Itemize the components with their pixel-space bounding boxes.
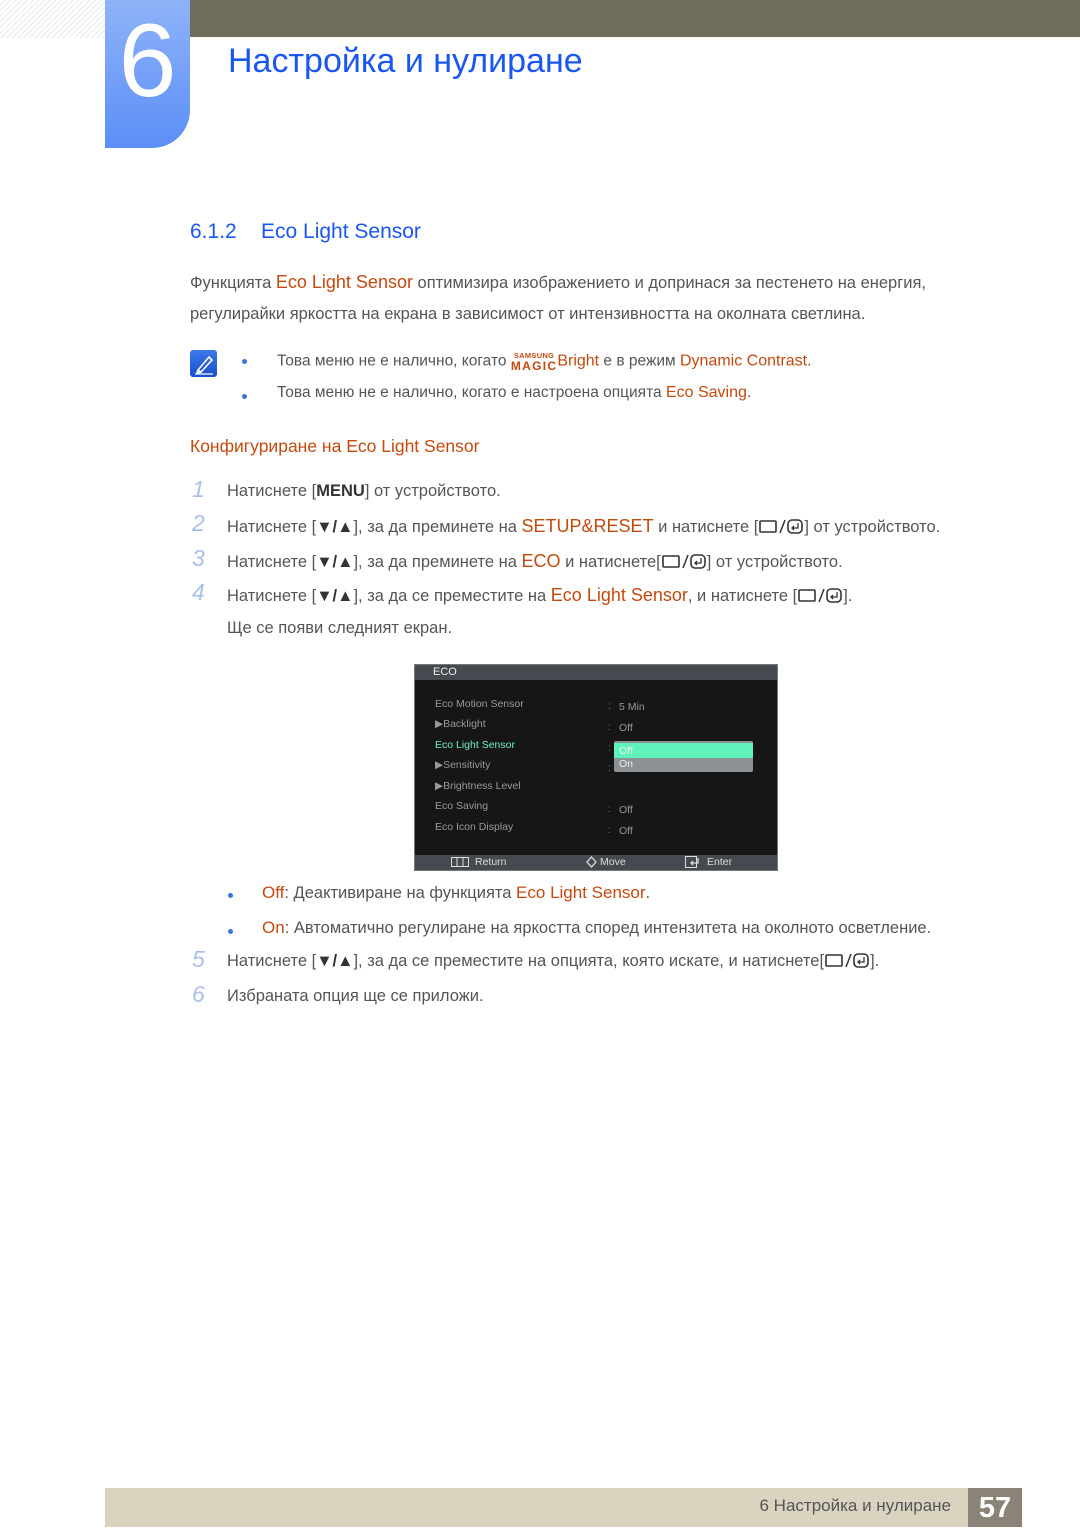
step-6: Избраната опция ще се приложи. [227, 987, 484, 1005]
osd-header: ECO [415, 665, 777, 680]
step-number: 6 [192, 981, 205, 1007]
note-pencil-icon [190, 350, 217, 377]
intro-line-2: регулирайки яркостта на екрана в зависим… [190, 305, 866, 323]
osd-value: Off [619, 722, 633, 734]
source-enter-key-icon [661, 553, 707, 574]
section-title: 6.1.2 Eco Light Sensor [190, 220, 421, 244]
bullet-icon [228, 929, 233, 934]
step-5: Натиснете [▼/▲], за да се преместите на … [227, 952, 879, 973]
option-off-description: Off: Деактивиране на функцията Eco Light… [262, 883, 651, 902]
section-name: Eco Light Sensor [261, 220, 421, 243]
osd-item-eco-saving[interactable]: Eco Saving [435, 800, 488, 812]
page-footer: 6 Настройка и нулиране [105, 1488, 968, 1527]
option-on-description: On: Автоматично регулиране на яркостта с… [262, 918, 932, 937]
osd-item-eco-motion-sensor[interactable]: Eco Motion Sensor [435, 698, 524, 710]
section-number: 6.1.2 [190, 220, 237, 243]
enter-icon [685, 856, 700, 871]
chapter-tab: 6 [105, 0, 190, 148]
step-2: Натиснете [▼/▲], за да преминете на SETU… [227, 516, 940, 539]
intro-line-1: Функцията Eco Light Sensor оптимизира из… [190, 272, 926, 292]
bullet-icon [228, 893, 233, 898]
header-bar [190, 0, 1080, 37]
step-number: 1 [192, 476, 205, 502]
note-item-2: Това меню не е налично, когато е настрое… [277, 384, 752, 401]
osd-return-label: Return [475, 856, 507, 868]
source-enter-key-icon [797, 587, 843, 608]
footer-chapter-text: 6 Настройка и нулиране [759, 1496, 952, 1515]
note-item-1: Това меню не е налично, когато SAMSUNG MA… [277, 351, 812, 373]
menu-key: MENU [316, 482, 365, 500]
osd-value: Off [619, 804, 633, 816]
page-number: 57 [968, 1488, 1022, 1527]
subheading: Конфигуриране на Eco Light Sensor [190, 436, 480, 456]
samsung-magic-logo: SAMSUNG MAGIC [510, 351, 558, 373]
down-up-arrows-icon: ▼/▲ [316, 952, 354, 970]
chapter-number: 6 [118, 3, 177, 119]
step-number: 2 [192, 510, 205, 536]
osd-footer: Return Move Enter [415, 855, 777, 870]
step-4-note: Ще се появи следният екран. [227, 619, 453, 637]
osd-move-label: Move [600, 856, 626, 868]
osd-title: ECO [433, 666, 457, 678]
step-number: 3 [192, 545, 205, 571]
step-number: 5 [192, 946, 205, 972]
bullet-icon [242, 359, 247, 364]
osd-enter-label: Enter [707, 856, 733, 868]
osd-item-brightness-level[interactable]: ▶Brightness Level [435, 780, 521, 792]
osd-eco-menu: ECO Eco Motion Sensor : 5 Min ▶Backlight… [414, 664, 778, 871]
step-3: Натиснете [▼/▲], за да преминете на ECO … [227, 551, 843, 574]
chapter-title: Настройка и нулиране [228, 42, 583, 80]
osd-item-eco-light-sensor[interactable]: Eco Light Sensor [435, 739, 515, 751]
header-hatch-decoration [0, 0, 105, 38]
osd-dropdown[interactable]: Off On [614, 741, 753, 772]
osd-value: 5 Min [619, 701, 645, 713]
osd-item-backlight[interactable]: ▶Backlight [435, 718, 486, 730]
step-number: 4 [192, 579, 205, 605]
return-icon [451, 857, 469, 870]
source-enter-key-icon [824, 952, 870, 973]
intro-highlight: Eco Light Sensor [275, 272, 413, 292]
osd-value: Off [619, 825, 633, 837]
bullet-icon [242, 394, 247, 399]
move-icon [586, 856, 597, 871]
step-1: Натиснете [MENU] от устройството. [227, 482, 501, 500]
down-up-arrows-icon: ▼/▲ [316, 518, 354, 536]
osd-item-sensitivity[interactable]: ▶Sensitivity [435, 759, 490, 771]
source-enter-key-icon [758, 518, 804, 539]
osd-item-eco-icon-display[interactable]: Eco Icon Display [435, 821, 513, 833]
step-4: Натиснете [▼/▲], за да се преместите на … [227, 585, 852, 608]
down-up-arrows-icon: ▼/▲ [316, 587, 354, 605]
osd-option-on[interactable]: On [614, 756, 753, 771]
down-up-arrows-icon: ▼/▲ [316, 553, 354, 571]
